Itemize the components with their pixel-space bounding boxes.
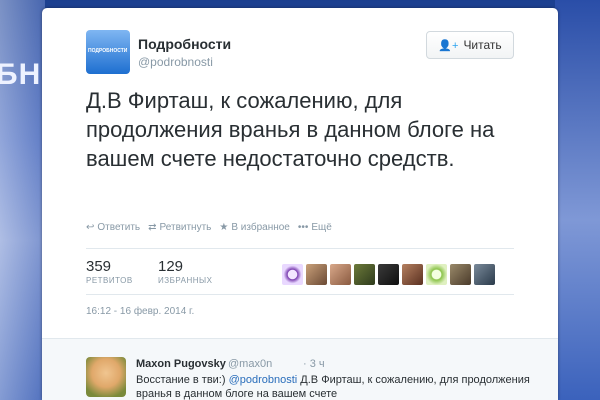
follow-button[interactable]: 👤+ Читать [426, 31, 514, 59]
avatar-text: ПОДРОБНОСТИ [88, 48, 128, 54]
tweet-actions: ↩ Ответить ⇄ Ретвитнуть ★ В избранное ••… [86, 222, 332, 233]
star-icon: ★ [219, 222, 229, 233]
reply-mention[interactable]: @podrobnosti [229, 374, 298, 386]
retweets-label: РЕТВИТОВ [86, 276, 133, 285]
add-user-icon: 👤+ [438, 39, 459, 52]
more-icon: ••• [297, 222, 309, 233]
reply-label: Ответить [97, 222, 141, 233]
reply-prefix: Восстание в тви:) [136, 374, 226, 386]
favorites-label: ИЗБРАННЫХ [158, 276, 213, 285]
favorites-stat[interactable]: 129 ИЗБРАННЫХ [158, 258, 212, 285]
retweeter-avatar[interactable] [354, 264, 375, 285]
reply-author-name[interactable]: Maxon Pugovsky [136, 358, 226, 370]
more-action[interactable]: ••• Ещё [298, 222, 332, 233]
retweeter-avatar[interactable] [378, 264, 399, 285]
favorites-count: 129 [158, 258, 184, 275]
retweets-stat[interactable]: 359 РЕТВИТОВ [86, 258, 133, 285]
tweet-card: ПОДРОБНОСТИ Подробности @podrobnosti 👤+ … [42, 8, 558, 400]
retweeter-avatar[interactable] [402, 264, 423, 285]
reply-action[interactable]: ↩ Ответить [86, 222, 140, 233]
more-label: Ещё [311, 222, 332, 233]
tweet-text: Д.В Фирташ, к сожалению, для продолжения… [86, 88, 495, 171]
favorite-label: В избранное [231, 222, 290, 233]
follow-button-label: Читать [463, 38, 502, 52]
divider [86, 248, 514, 249]
reply-icon: ↩ [86, 222, 95, 233]
retweeter-avatar[interactable] [450, 264, 471, 285]
reply-author-handle[interactable]: @max0n [228, 358, 272, 370]
retweeter-avatar[interactable] [474, 264, 495, 285]
retweet-icon: ⇄ [148, 222, 157, 233]
retweeter-avatars [282, 264, 495, 285]
retweeter-avatar[interactable] [306, 264, 327, 285]
retweeter-avatar[interactable] [282, 264, 303, 285]
author-name[interactable]: Подробности [138, 36, 231, 52]
author-avatar[interactable]: ПОДРОБНОСТИ [86, 30, 130, 74]
favorite-action[interactable]: ★ В избранное [219, 222, 290, 233]
retweets-count: 359 [86, 258, 112, 275]
reply-time[interactable]: · 3 ч [303, 358, 325, 370]
divider [86, 294, 514, 295]
retweet-action[interactable]: ⇄ Ретвитнуть [148, 222, 211, 233]
retweet-label: Ретвитнуть [159, 222, 212, 233]
reply-tweet[interactable]: Maxon Pugovsky @max0n · 3 ч Восстание в … [42, 338, 558, 400]
background-right [555, 0, 600, 400]
retweeter-avatar[interactable] [330, 264, 351, 285]
retweeter-avatar[interactable] [426, 264, 447, 285]
tweet-timestamp[interactable]: 16:12 - 16 февр. 2014 г. [86, 306, 194, 317]
reply-author-avatar[interactable] [86, 357, 126, 397]
reply-text: Восстание в тви:) @podrobnosti Д.В Фирта… [136, 373, 546, 400]
author-handle[interactable]: @podrobnosti [138, 55, 213, 69]
